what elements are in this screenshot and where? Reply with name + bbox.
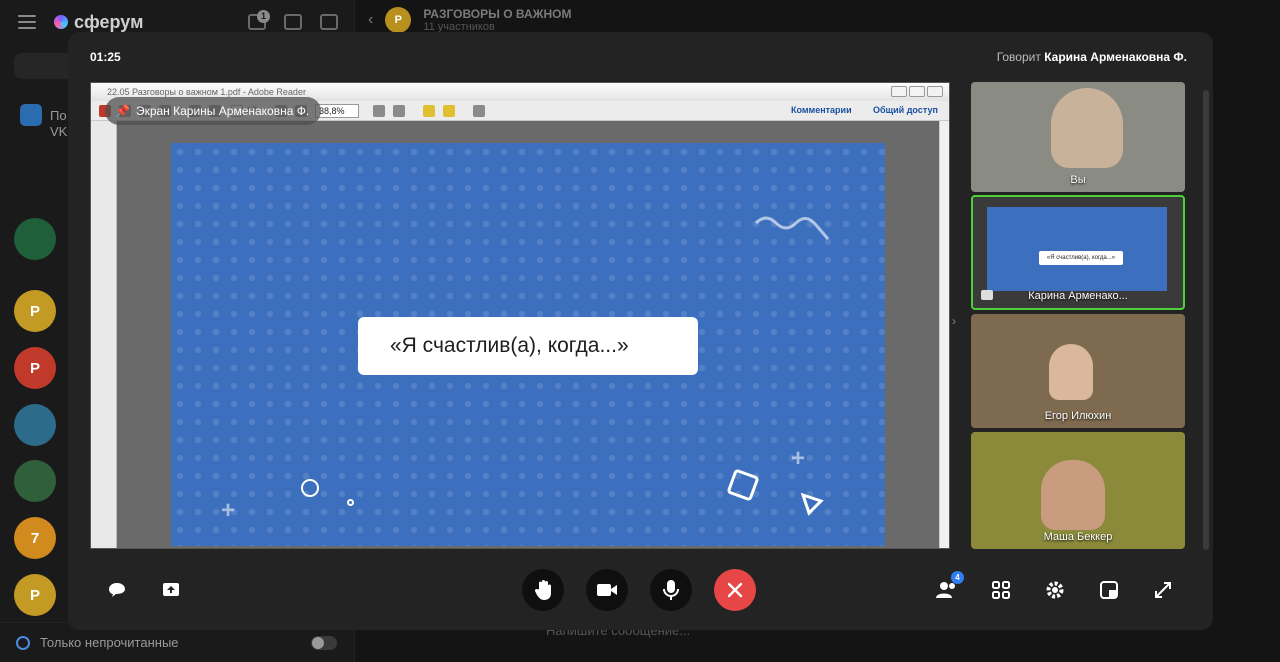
participant-name: Вы [1070, 174, 1086, 186]
expand-icon[interactable] [473, 105, 485, 117]
maximize-button[interactable] [909, 86, 925, 97]
notification-badge: 1 [257, 10, 270, 23]
fit-page-icon[interactable] [393, 105, 405, 117]
chat-bubble-icon [109, 583, 125, 597]
chat-avatar-8[interactable]: Р [14, 574, 56, 616]
microphone-icon [663, 580, 679, 600]
pin-icon: 📌 [115, 104, 130, 118]
chat-avatar-2[interactable] [14, 218, 56, 260]
brand-name: сферум [74, 11, 144, 32]
chat-avatar-6[interactable] [14, 460, 56, 502]
chat-avatar-5[interactable] [14, 404, 56, 446]
microphone-button[interactable] [650, 569, 692, 611]
brand-logo: сферум [54, 12, 143, 33]
raise-hand-button[interactable] [522, 569, 564, 611]
participant-name: Егор Илюхин [1044, 410, 1112, 422]
call-timer: 01:25 [90, 50, 121, 64]
chat-avatar-7[interactable]: 7 [14, 517, 56, 559]
active-speaker: Говорит Карина Арменаковна Ф. [997, 50, 1187, 64]
chat-avatar-1[interactable] [20, 104, 42, 126]
end-call-button[interactable] [714, 569, 756, 611]
sferum-logo-icon [54, 15, 68, 29]
thumb-slide-title: «Я счастлив(а), когда...» [1039, 251, 1123, 265]
share-screen-icon [163, 583, 179, 596]
close-icon [727, 582, 743, 598]
gear-icon [1046, 581, 1064, 599]
participant-tile-you[interactable]: Вы [971, 82, 1185, 192]
back-arrow-icon[interactable]: ‹ [368, 11, 373, 29]
chat-header-avatar: Р [385, 7, 412, 33]
chat-avatar-3[interactable]: Р [14, 290, 56, 332]
deco-circle [301, 479, 319, 497]
participants-button[interactable]: 4 [926, 569, 968, 611]
screen-share-stage: 22.05 Разговоры о важном 1.pdf - Adobe R… [90, 82, 950, 549]
comment-icon[interactable] [423, 105, 435, 117]
reader-side-panel [91, 121, 117, 548]
archive-icon[interactable] [284, 14, 302, 30]
participant-tile-egor[interactable]: Егор Илюхин [971, 314, 1185, 428]
layout-icon [1100, 581, 1118, 599]
unread-filter-label: Только непрочитанные [40, 635, 179, 650]
slide-title: «Я счастлив(а), когда...» [390, 334, 629, 357]
speaker-name: Карина Арменаковна Ф. [1044, 50, 1187, 64]
screen-share-owner: Экран Карины Арменаковна Ф. [135, 104, 310, 118]
screen-share-label[interactable]: 📌 Экран Карины Арменаковна Ф. [105, 97, 322, 125]
camera-icon [597, 584, 617, 596]
chevron-right-icon[interactable]: › [952, 314, 956, 328]
participant-video [1041, 460, 1105, 530]
grid-icon [992, 581, 1010, 599]
participant-video [1051, 88, 1123, 168]
participant-tiles: Вы «Я счастлив(а), когда...» Карина Арме… [971, 82, 1185, 549]
presentation-slide: «Я счастлив(а), когда...» + + [171, 143, 885, 546]
highlight-icon[interactable] [443, 105, 455, 117]
slide-title-card: «Я счастлив(а), когда...» [358, 317, 698, 375]
participant-video [1049, 344, 1093, 400]
chat-title: РАЗГОВОРЫ О ВАЖНОМ [423, 7, 572, 21]
comments-link[interactable]: Комментарии [791, 105, 852, 115]
share-screen-button[interactable] [150, 569, 192, 611]
fit-width-icon[interactable] [373, 105, 385, 117]
window-controls [891, 86, 943, 97]
close-window-button[interactable] [927, 86, 943, 97]
menu-icon[interactable] [18, 15, 36, 29]
grid-view-button[interactable] [980, 569, 1022, 611]
chat-avatar-4[interactable]: Р [14, 347, 56, 389]
participant-tile-masha[interactable]: Маша Беккер [971, 432, 1185, 549]
tiles-scrollbar[interactable] [1203, 90, 1209, 550]
document-scrollbar[interactable] [939, 121, 949, 548]
deco-triangle [801, 493, 824, 516]
layout-button[interactable] [1088, 569, 1130, 611]
hand-icon [534, 580, 551, 600]
speaker-prefix: Говорит [996, 50, 1041, 64]
zoom-field[interactable]: 38,8% [315, 104, 359, 118]
participant-screen-thumb: «Я счастлив(а), когда...» [987, 207, 1167, 291]
chat-button[interactable] [96, 569, 138, 611]
deco-plus: + [221, 497, 236, 524]
chat-subtitle-1: VK [50, 124, 68, 139]
video-call-window: 01:25 Говорит Карина Арменаковна Ф. 22.0… [68, 32, 1213, 630]
share-link[interactable]: Общий доступ [873, 105, 938, 115]
deco-plus-2: + [791, 445, 806, 472]
settings-button[interactable] [1034, 569, 1076, 611]
minimize-button[interactable] [891, 86, 907, 97]
deco-squiggle [754, 216, 830, 240]
unread-toggle[interactable] [311, 636, 337, 650]
fullscreen-icon [1155, 582, 1171, 598]
call-controls: 4 [68, 569, 1213, 613]
participant-name: Маша Беккер [1043, 531, 1113, 543]
deco-dot [347, 499, 354, 506]
camera-button[interactable] [586, 569, 628, 611]
participants-count-badge: 4 [951, 571, 964, 584]
participant-tile-karina[interactable]: «Я счастлив(а), когда...» Карина Арменак… [971, 195, 1185, 310]
chat-title-1: По [50, 108, 67, 123]
fullscreen-button[interactable] [1142, 569, 1184, 611]
participant-name: Карина Арменако... [1028, 290, 1128, 302]
compose-icon[interactable] [320, 14, 338, 30]
filter-icon [16, 635, 30, 650]
